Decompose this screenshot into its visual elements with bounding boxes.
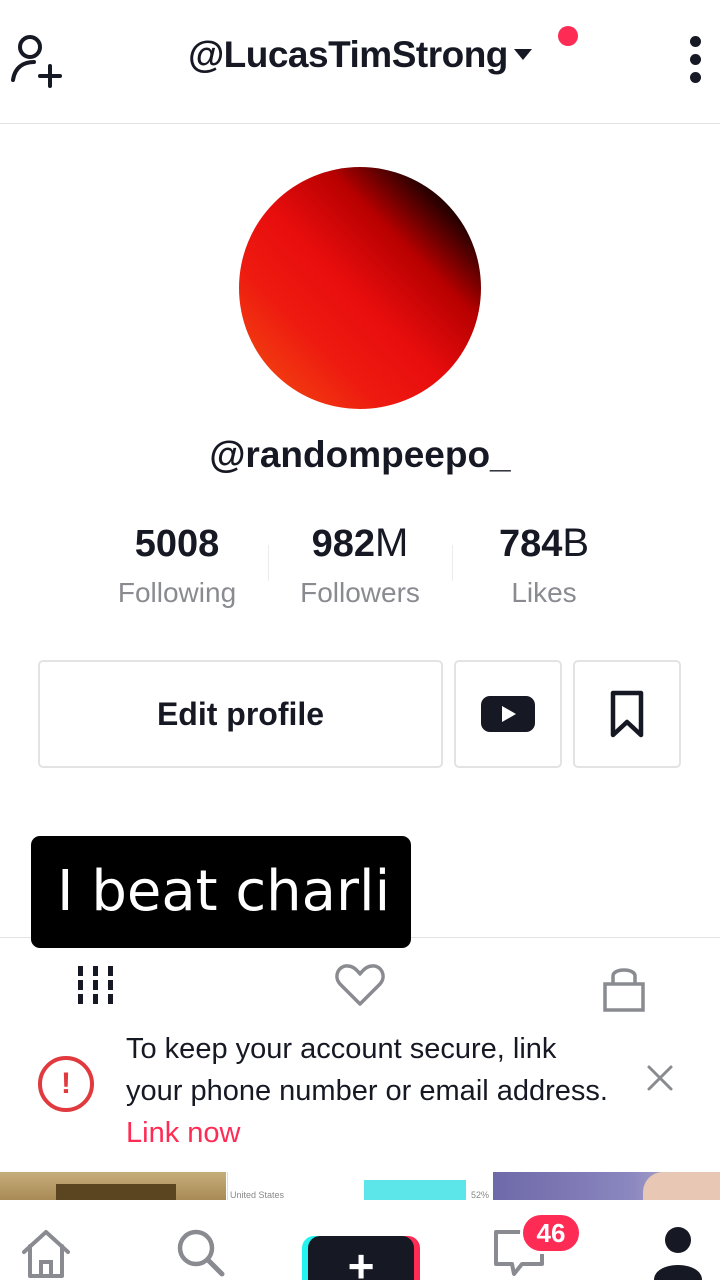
lock-icon[interactable] xyxy=(600,962,648,1012)
link-now-link[interactable]: Link now xyxy=(126,1117,240,1149)
close-icon[interactable] xyxy=(644,1062,676,1094)
caret-down-icon[interactable] xyxy=(513,49,532,60)
bookmark-button[interactable] xyxy=(573,660,681,768)
profile-handle: @randompeepo_ xyxy=(209,434,511,475)
search-icon[interactable] xyxy=(172,1224,228,1280)
youtube-button[interactable] xyxy=(454,660,562,768)
account-switcher[interactable]: @LucasTimStrong xyxy=(0,34,720,76)
profile-header: @LucasTimStrong xyxy=(0,0,720,124)
notification-dot xyxy=(558,26,578,46)
stat-likes[interactable]: 784B Likes xyxy=(454,520,634,609)
heart-icon[interactable] xyxy=(334,962,386,1010)
video-thumbnail[interactable] xyxy=(493,1172,720,1200)
profile-icon[interactable] xyxy=(650,1224,706,1280)
grid-icon[interactable] xyxy=(76,962,116,1006)
stat-following[interactable]: 5008 Following xyxy=(87,520,267,609)
warning-icon: ! xyxy=(38,1056,94,1112)
stat-value: 982M xyxy=(311,521,409,565)
bookmark-icon xyxy=(610,690,644,738)
stat-value: 5008 xyxy=(134,523,220,565)
security-banner-text: To keep your account secure, link your p… xyxy=(126,1033,608,1149)
stat-label: Likes xyxy=(511,577,577,608)
stat-value: 784B xyxy=(498,521,590,565)
home-icon[interactable] xyxy=(18,1224,74,1280)
avatar[interactable] xyxy=(239,167,481,409)
account-title[interactable]: @LucasTimStrong xyxy=(188,34,508,75)
stat-followers[interactable]: 982M Followers xyxy=(270,520,450,609)
video-thumbnail[interactable] xyxy=(0,1172,226,1200)
create-button[interactable]: + xyxy=(308,1236,414,1280)
stat-label: Following xyxy=(117,577,237,608)
stat-label: Followers xyxy=(300,577,420,608)
video-caption-overlay: I beat charli xyxy=(31,836,411,948)
edit-profile-button[interactable]: Edit profile xyxy=(38,660,443,768)
video-thumbnail[interactable]: United States 52% xyxy=(227,1172,492,1200)
divider xyxy=(268,545,269,581)
divider xyxy=(452,545,453,581)
more-vertical-icon[interactable] xyxy=(684,36,706,88)
youtube-icon xyxy=(481,696,535,732)
inbox-badge: 46 xyxy=(520,1212,582,1254)
